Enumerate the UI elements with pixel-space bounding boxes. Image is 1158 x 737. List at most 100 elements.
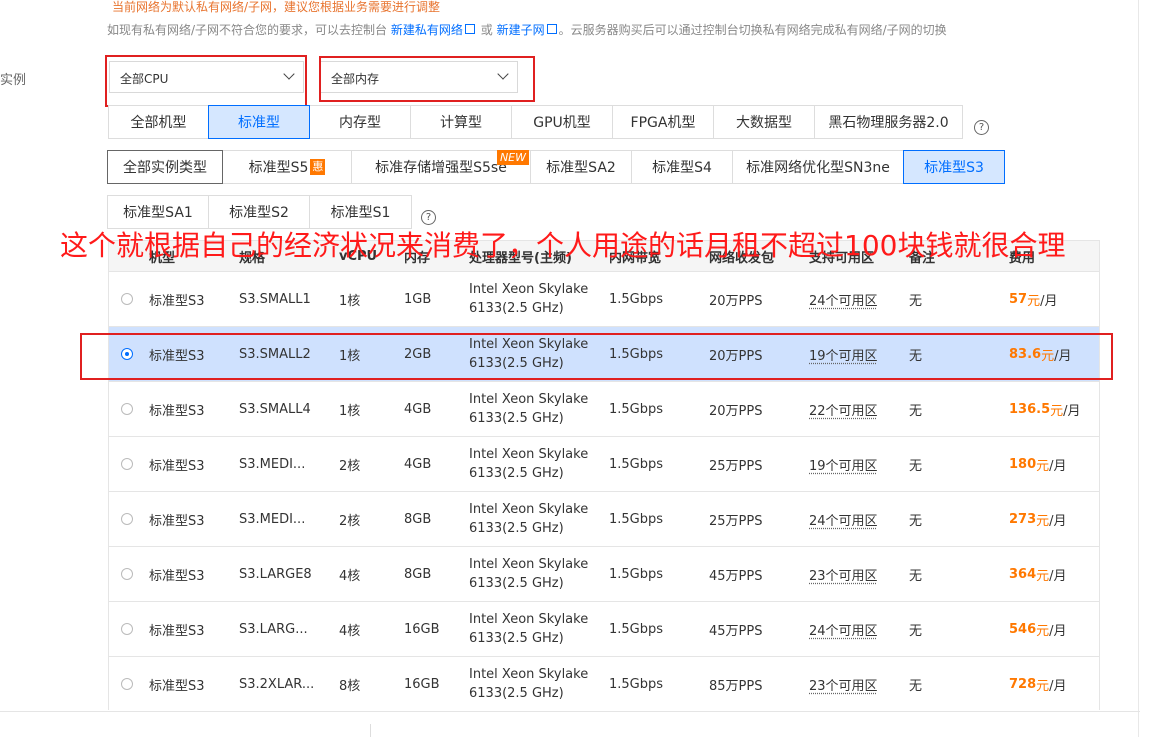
cell-pps: 45万PPS bbox=[709, 568, 763, 584]
cell-bandwidth: 1.5Gbps bbox=[609, 676, 664, 692]
create-vpc-link[interactable]: 新建私有网络 bbox=[391, 23, 463, 37]
processor-frequency: 6133(2.5 GHz) bbox=[469, 521, 564, 536]
cell-pps: 25万PPS bbox=[709, 458, 763, 474]
cell-spec: S3.2XLAR... bbox=[239, 676, 315, 692]
tab-all-types[interactable]: 全部实例类型 bbox=[107, 150, 223, 184]
table-row[interactable]: 标准型S3 S3.LARG... 4核 16GB 1.5Gbps 45万PPS 无 Intel… bbox=[109, 602, 1099, 657]
instance-table: 机型 规格 vCPU 内存 处理器型号(主频) 内网带宽 网络收发包 支持可用区… bbox=[108, 240, 1100, 710]
zones-link[interactable]: 24个可用区 bbox=[809, 290, 878, 309]
price-value: 57 bbox=[1009, 291, 1028, 307]
cell-bandwidth: 1.5Gbps bbox=[609, 566, 664, 582]
tab-s5se[interactable]: 标准存储增强型S5se NEW bbox=[351, 150, 531, 184]
row-radio[interactable] bbox=[121, 623, 133, 635]
row-radio[interactable] bbox=[121, 403, 133, 415]
cell-spec: S3.LARG... bbox=[239, 621, 308, 637]
cell-spec: S3.SMALL4 bbox=[239, 401, 311, 417]
zones-link[interactable]: 24个可用区 bbox=[809, 510, 878, 529]
row-radio[interactable] bbox=[121, 568, 133, 580]
cell-memory: 2GB bbox=[404, 346, 432, 362]
price-unit: 元/月 bbox=[1036, 678, 1067, 694]
cell-zones[interactable]: 24个可用区 bbox=[809, 492, 878, 546]
cell-model: 标准型S3 bbox=[149, 403, 205, 419]
cell-bandwidth: 1.5Gbps bbox=[609, 511, 664, 527]
cell-memory: 16GB bbox=[404, 676, 440, 692]
zones-link[interactable]: 22个可用区 bbox=[809, 400, 878, 419]
tab-s4[interactable]: 标准型S4 bbox=[631, 150, 733, 184]
zones-link[interactable]: 19个可用区 bbox=[809, 455, 878, 474]
cell-zones[interactable]: 23个可用区 bbox=[809, 547, 878, 601]
zones-link[interactable]: 24个可用区 bbox=[809, 620, 878, 639]
zones-link[interactable]: 19个可用区 bbox=[809, 345, 878, 364]
row-radio[interactable] bbox=[121, 348, 133, 360]
table-row[interactable]: 标准型S3 S3.2XLAR... 8核 16GB 1.5Gbps 85万PPS 无 Inte… bbox=[109, 657, 1099, 710]
table-row[interactable]: 标准型S3 S3.LARGE8 4核 8GB 1.5Gbps 45万PPS 无 Intel X… bbox=[109, 547, 1099, 602]
tab-sn3ne[interactable]: 标准网络优化型SN3ne bbox=[732, 150, 904, 184]
network-info-prefix: 如现有私有网络/子网不符合您的要求，可以去控制台 bbox=[107, 23, 388, 37]
bottom-divider bbox=[0, 711, 1140, 712]
bottom-separator bbox=[370, 724, 371, 737]
cell-vcpu: 4核 bbox=[339, 568, 361, 584]
row-radio[interactable] bbox=[121, 293, 133, 305]
cell-bandwidth: 1.5Gbps bbox=[609, 401, 664, 417]
processor-frequency: 6133(2.5 GHz) bbox=[469, 631, 564, 646]
cell-pps: 45万PPS bbox=[709, 623, 763, 639]
table-row[interactable]: 标准型S3 S3.SMALL4 1核 4GB 1.5Gbps 20万PPS 无 Intel X… bbox=[109, 382, 1099, 437]
cell-model: 标准型S3 bbox=[149, 568, 205, 584]
table-row[interactable]: 标准型S3 S3.MEDI... 2核 8GB 1.5Gbps 25万PPS 无 Intel … bbox=[109, 492, 1099, 547]
cell-zones[interactable]: 23个可用区 bbox=[809, 657, 878, 710]
memory-filter-select[interactable]: 全部内存 bbox=[320, 61, 518, 93]
cell-zones[interactable]: 19个可用区 bbox=[809, 437, 878, 491]
tab-bigdata[interactable]: 大数据型 bbox=[713, 105, 815, 139]
new-badge: NEW bbox=[496, 150, 529, 165]
table-row[interactable]: 标准型S3 S3.MEDI... 2核 4GB 1.5Gbps 25万PPS 无 Intel … bbox=[109, 437, 1099, 492]
cell-price: 180 元/月 bbox=[1009, 437, 1067, 491]
cell-spec: S3.MEDI... bbox=[239, 511, 306, 527]
chevron-down-icon bbox=[283, 68, 295, 80]
row-radio[interactable] bbox=[121, 678, 133, 690]
help-icon[interactable]: ? bbox=[974, 120, 989, 135]
tab-bare-metal[interactable]: 黑石物理服务器2.0 bbox=[814, 105, 963, 139]
table-row[interactable]: 标准型S3 S3.SMALL2 1核 2GB 1.5Gbps 20万PPS 无 Intel X… bbox=[109, 327, 1099, 382]
processor-model: Intel Xeon Skylake bbox=[469, 337, 589, 352]
processor-model: Intel Xeon Skylake bbox=[469, 502, 589, 517]
row-radio[interactable] bbox=[121, 458, 133, 470]
processor-frequency: 6133(2.5 GHz) bbox=[469, 301, 564, 316]
cell-model: 标准型S3 bbox=[149, 348, 205, 364]
cell-vcpu: 1核 bbox=[339, 403, 361, 419]
cell-price: 136.5 元/月 bbox=[1009, 382, 1081, 436]
price-unit: 元/月 bbox=[1027, 293, 1058, 309]
cell-zones[interactable]: 22个可用区 bbox=[809, 382, 878, 436]
tab-s3[interactable]: 标准型S3 bbox=[903, 150, 1005, 184]
help-icon[interactable]: ? bbox=[421, 210, 436, 225]
cell-memory: 4GB bbox=[404, 401, 432, 417]
zones-link[interactable]: 23个可用区 bbox=[809, 675, 878, 694]
cell-spec: S3.MEDI... bbox=[239, 456, 306, 472]
tab-all-families[interactable]: 全部机型 bbox=[108, 105, 209, 139]
price-unit: 元/月 bbox=[1036, 568, 1067, 584]
tab-compute[interactable]: 计算型 bbox=[410, 105, 512, 139]
cell-processor: Intel Xeon Skylake 6133(2.5 GHz) bbox=[469, 492, 588, 546]
price-unit: 元/月 bbox=[1050, 403, 1081, 419]
cell-vcpu: 2核 bbox=[339, 513, 361, 529]
tab-fpga[interactable]: FPGA机型 bbox=[612, 105, 714, 139]
tab-gpu[interactable]: GPU机型 bbox=[511, 105, 613, 139]
cell-processor: Intel Xeon Skylake 6133(2.5 GHz) bbox=[469, 602, 588, 656]
cell-zones[interactable]: 24个可用区 bbox=[809, 602, 878, 656]
cell-note: 无 bbox=[909, 513, 923, 529]
tab-sa2[interactable]: 标准型SA2 bbox=[530, 150, 632, 184]
tab-memory[interactable]: 内存型 bbox=[309, 105, 411, 139]
tab-s5[interactable]: 标准型S5 惠 bbox=[222, 150, 352, 184]
cell-price: 57 元/月 bbox=[1009, 272, 1058, 326]
cpu-filter-select[interactable]: 全部CPU bbox=[109, 61, 304, 93]
zones-link[interactable]: 23个可用区 bbox=[809, 565, 878, 584]
tab-standard[interactable]: 标准型 bbox=[208, 105, 310, 139]
price-unit: 元/月 bbox=[1036, 513, 1067, 529]
cell-zones[interactable]: 19个可用区 bbox=[809, 327, 878, 381]
cell-zones[interactable]: 24个可用区 bbox=[809, 272, 878, 326]
table-row[interactable]: 标准型S3 S3.SMALL1 1核 1GB 1.5Gbps 20万PPS 无 Intel X… bbox=[109, 272, 1099, 327]
price-unit: 元/月 bbox=[1036, 458, 1067, 474]
processor-model: Intel Xeon Skylake bbox=[469, 667, 589, 682]
create-subnet-link[interactable]: 新建子网 bbox=[497, 23, 545, 37]
cell-processor: Intel Xeon Skylake 6133(2.5 GHz) bbox=[469, 382, 588, 436]
row-radio[interactable] bbox=[121, 513, 133, 525]
